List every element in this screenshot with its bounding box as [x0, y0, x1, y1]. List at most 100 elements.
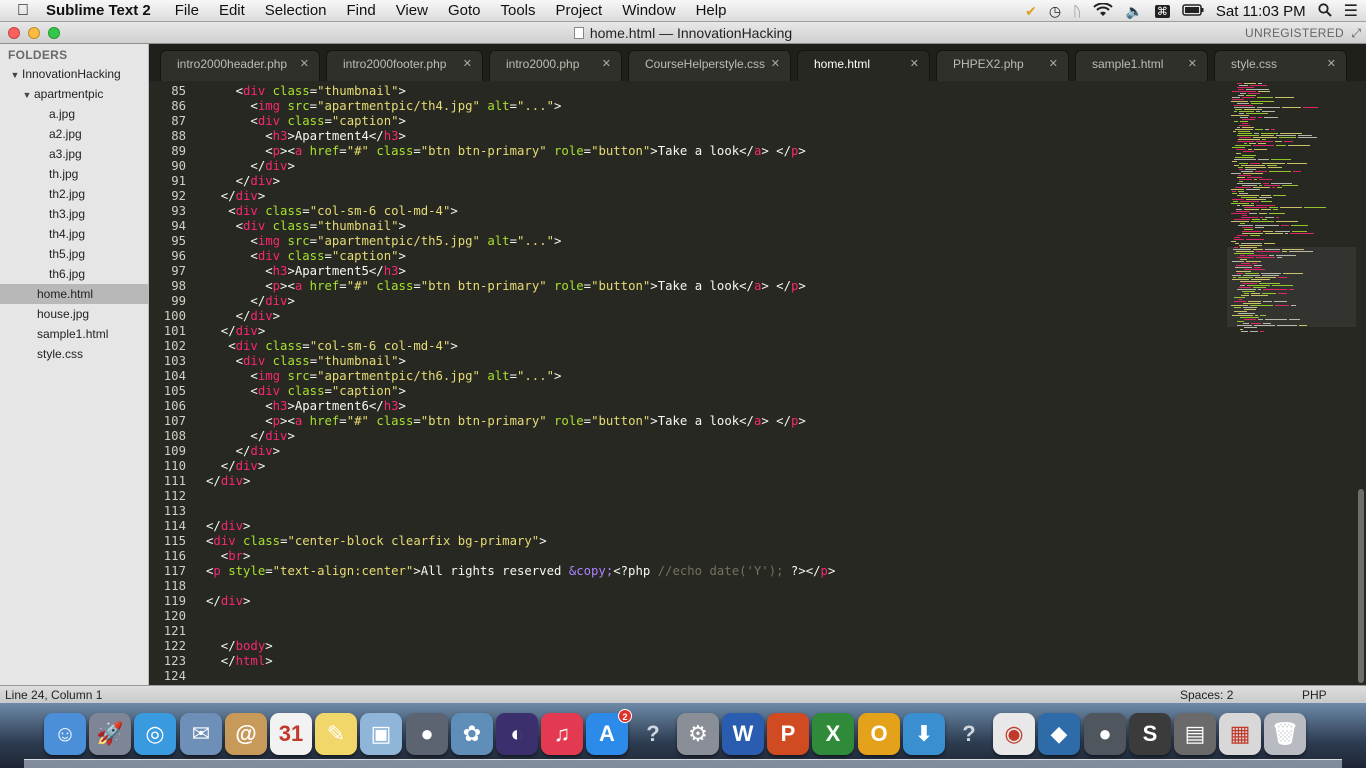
code-line[interactable]: <div class="caption"> — [206, 384, 406, 399]
scrollbar-thumb[interactable] — [1358, 489, 1364, 683]
dock-facetime-icon[interactable]: ● — [406, 713, 448, 755]
code-line[interactable]: </div> — [206, 324, 265, 339]
dock-launchpad-icon[interactable]: 🚀 — [89, 713, 131, 755]
close-tab-icon[interactable]: ✕ — [1188, 51, 1197, 77]
fullscreen-icon[interactable]: ⤢ — [1351, 26, 1361, 41]
time-machine-icon[interactable]: ◷ — [1049, 3, 1061, 20]
dock-trash-icon[interactable]: 🗑 — [1264, 713, 1306, 755]
tab-intro2000footer[interactable]: intro2000footer.php ✕ — [326, 50, 483, 81]
dock-outlook-icon[interactable]: O — [858, 713, 900, 755]
file-item[interactable]: th5.jpg — [0, 244, 149, 264]
dock-word-icon[interactable]: W — [722, 713, 764, 755]
keyboard-input-icon[interactable]: ⌘ — [1154, 4, 1170, 18]
dock-iphoto-icon[interactable]: ✿ — [451, 713, 493, 755]
menu-goto[interactable]: Goto — [448, 2, 481, 19]
close-tab-icon[interactable]: ✕ — [602, 51, 611, 77]
dock-mail-icon[interactable]: ✉ — [180, 713, 222, 755]
file-item[interactable]: th2.jpg — [0, 184, 149, 204]
menu-edit[interactable]: Edit — [219, 2, 245, 19]
code-line[interactable]: <h3>Apartment6</h3> — [206, 399, 406, 414]
code-line[interactable]: </div> — [206, 189, 265, 204]
code-line[interactable]: <div class="col-sm-6 col-md-4"> — [206, 204, 458, 219]
code-line[interactable]: <p style="text-align:center">All rights … — [206, 564, 835, 579]
code-line[interactable]: <div class="caption"> — [206, 114, 406, 129]
close-tab-icon[interactable]: ✕ — [1049, 51, 1058, 77]
file-item[interactable]: a.jpg — [0, 104, 149, 124]
menubar-clock[interactable]: Sat 11:03 PM — [1216, 3, 1306, 20]
code-line[interactable]: <div class="center-block clearfix bg-pri… — [206, 534, 547, 549]
apple-icon[interactable]:  — [0, 2, 46, 20]
file-item[interactable]: a3.jpg — [0, 144, 149, 164]
code-line[interactable]: <h3>Apartment5</h3> — [206, 264, 406, 279]
dock-contacts-icon[interactable]: @ — [225, 713, 267, 755]
menu-file[interactable]: File — [175, 2, 199, 19]
menu-project[interactable]: Project — [556, 2, 603, 19]
code-line[interactable]: </div> — [206, 459, 265, 474]
notification-center-icon[interactable]: ☰ — [1344, 1, 1358, 21]
menu-help[interactable]: Help — [696, 2, 727, 19]
code-line[interactable]: <h3>Apartment4</h3> — [206, 129, 406, 144]
code-line[interactable]: <img src="apartmentpic/th6.jpg" alt="...… — [206, 369, 561, 384]
code-line[interactable]: <div class="col-sm-6 col-md-4"> — [206, 339, 458, 354]
tab-phpex2[interactable]: PHPEX2.php ✕ — [936, 50, 1069, 81]
dock-safari-icon[interactable]: ◎ — [134, 713, 176, 755]
code-line[interactable]: <div class="thumbnail"> — [206, 354, 406, 369]
close-tab-icon[interactable]: ✕ — [910, 51, 919, 77]
file-item[interactable]: house.jpg — [0, 304, 149, 324]
folder-apartmentpic[interactable]: ▼ apartmentpic — [0, 84, 149, 104]
file-item[interactable]: th.jpg — [0, 164, 149, 184]
dock-itunes-icon[interactable]: ♫ — [541, 713, 583, 755]
file-item-selected[interactable]: home.html — [0, 284, 149, 304]
code-line[interactable]: </div> — [206, 444, 280, 459]
spotlight-search-icon[interactable] — [1318, 2, 1332, 20]
dock-stack-downloads-icon[interactable]: ▦ — [1219, 713, 1261, 755]
dock-stack-documents-icon[interactable]: ▤ — [1174, 713, 1216, 755]
code-line[interactable]: </html> — [206, 654, 273, 669]
code-line[interactable]: <img src="apartmentpic/th5.jpg" alt="...… — [206, 234, 561, 249]
tab-intro2000[interactable]: intro2000.php ✕ — [489, 50, 622, 81]
dock-excel-icon[interactable]: X — [812, 713, 854, 755]
indentation-setting[interactable]: Spaces: 2 — [1180, 688, 1233, 702]
code-line[interactable]: <img src="apartmentpic/th4.jpg" alt="...… — [206, 99, 561, 114]
dock-elephant-icon[interactable]: ● — [1084, 713, 1126, 755]
dock-eclipse-icon[interactable]: ◐ — [496, 713, 538, 755]
dock-unknown-app-icon[interactable]: ? — [948, 713, 990, 755]
dock-app-store-icon[interactable]: A2 — [586, 709, 632, 755]
dock-notes-icon[interactable]: ✎ — [315, 713, 357, 755]
dock-preview-icon[interactable]: ▣ — [360, 713, 402, 755]
code-line[interactable]: <div class="thumbnail"> — [206, 219, 406, 234]
dock-system-preferences-icon[interactable]: ⚙ — [677, 713, 719, 755]
code-line[interactable]: <p><a href="#" class="btn btn-primary" r… — [206, 144, 806, 159]
tab-intro2000header[interactable]: intro2000header.php ✕ — [160, 50, 320, 81]
code-line[interactable]: </div> — [206, 429, 294, 444]
disclosure-triangle-icon[interactable]: ▼ — [8, 65, 22, 85]
file-item[interactable]: sample1.html — [0, 324, 149, 344]
tab-coursehelperstyle[interactable]: CourseHelperstyle.css ✕ — [628, 50, 791, 81]
tab-home-html[interactable]: home.html ✕ — [797, 50, 930, 82]
code-line[interactable]: <div class="caption"> — [206, 249, 406, 264]
close-tab-icon[interactable]: ✕ — [463, 51, 472, 77]
menu-find[interactable]: Find — [347, 2, 376, 19]
tab-style-css[interactable]: style.css ✕ — [1214, 50, 1347, 81]
dock-mysql-workbench-icon[interactable]: ◆ — [1038, 713, 1080, 755]
close-tab-icon[interactable]: ✕ — [300, 51, 309, 77]
dock-unknown-app-icon[interactable]: ? — [632, 713, 674, 755]
close-tab-icon[interactable]: ✕ — [1327, 51, 1336, 77]
volume-icon[interactable]: 🔈 — [1125, 3, 1142, 20]
code-line[interactable]: <div class="thumbnail"> — [206, 84, 406, 99]
code-line[interactable]: </div> — [206, 174, 280, 189]
dock-powerpoint-icon[interactable]: P — [767, 713, 809, 755]
menu-selection[interactable]: Selection — [265, 2, 327, 19]
code-line[interactable]: <br> — [206, 549, 251, 564]
file-item[interactable]: a2.jpg — [0, 124, 149, 144]
code-line[interactable]: <p><a href="#" class="btn btn-primary" r… — [206, 414, 806, 429]
code-line[interactable]: </div> — [206, 594, 250, 609]
dock-sublime-text-icon[interactable]: S — [1129, 713, 1171, 755]
file-item[interactable]: th6.jpg — [0, 264, 149, 284]
tab-sample1[interactable]: sample1.html ✕ — [1075, 50, 1208, 81]
close-tab-icon[interactable]: ✕ — [771, 51, 780, 77]
dock-chrome-icon[interactable]: ◉ — [993, 713, 1035, 755]
syntax-setting[interactable]: PHP — [1302, 688, 1327, 702]
checkmark-icon[interactable]: ✔ — [1025, 3, 1037, 20]
dock-calendar-icon[interactable]: 31 — [270, 713, 312, 755]
